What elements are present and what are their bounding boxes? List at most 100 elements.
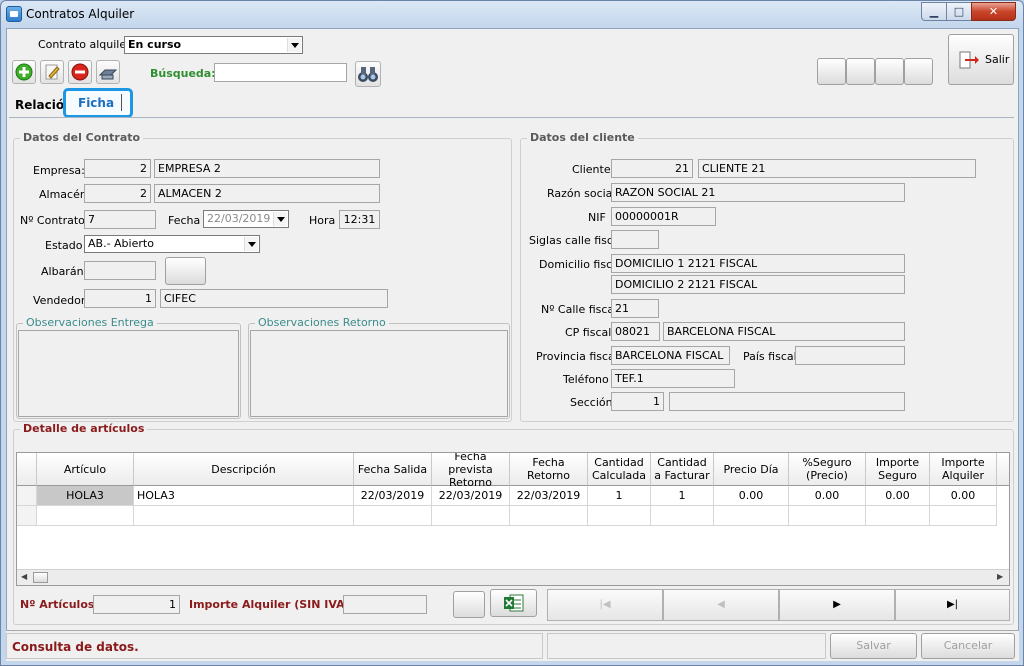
find-button[interactable] bbox=[355, 61, 381, 87]
cell-empty[interactable] bbox=[651, 506, 714, 526]
col-fecha-prevista[interactable]: Fecha prevista Retorno bbox=[432, 453, 510, 489]
cell-articulo[interactable]: HOLA3 bbox=[37, 486, 134, 506]
export-excel-button[interactable] bbox=[490, 589, 537, 617]
cell-empty[interactable] bbox=[354, 506, 432, 526]
edit-button[interactable] bbox=[40, 60, 64, 84]
status-message: Consulta de datos. bbox=[12, 640, 139, 654]
col-cantidad-facturar[interactable]: Cantidad a Facturar bbox=[651, 453, 714, 486]
cell-empty[interactable] bbox=[930, 506, 997, 526]
cell-fecha-prevista[interactable]: 22/03/2019 bbox=[432, 486, 510, 506]
razon-label: Razón social bbox=[547, 187, 616, 200]
almacen-label: Almacén bbox=[39, 188, 87, 201]
estado-select[interactable]: AB.- Abierto bbox=[84, 235, 260, 253]
print-button[interactable] bbox=[96, 60, 120, 84]
exit-button[interactable]: Salir bbox=[948, 34, 1014, 85]
horizontal-scrollbar[interactable]: ◀ ▶ bbox=[17, 569, 1009, 585]
table-row[interactable]: HOLA3 HOLA3 22/03/2019 22/03/2019 22/03/… bbox=[17, 486, 1009, 506]
close-button[interactable]: ✕ bbox=[971, 2, 1016, 21]
function-button-1[interactable] bbox=[817, 58, 846, 85]
row-selector[interactable] bbox=[17, 486, 37, 506]
albaran-field[interactable] bbox=[84, 261, 156, 280]
cell-seguro-precio[interactable]: 0.00 bbox=[789, 486, 866, 506]
nav-prev-button[interactable]: ◀ bbox=[663, 589, 779, 621]
new-row[interactable] bbox=[17, 506, 1009, 526]
cell-empty[interactable] bbox=[134, 506, 354, 526]
delete-button[interactable] bbox=[68, 60, 92, 84]
cell-cantidad-calculada[interactable]: 1 bbox=[588, 486, 651, 506]
function-button-3[interactable] bbox=[875, 58, 904, 85]
seccion-code-field[interactable]: 1 bbox=[611, 392, 664, 411]
cliente-name-field: CLIENTE 21 bbox=[698, 159, 976, 178]
nav-next-button[interactable]: ▶ bbox=[779, 589, 895, 621]
cell-empty[interactable] bbox=[510, 506, 588, 526]
empresa-code-field[interactable]: 2 bbox=[84, 159, 151, 178]
albaran-lookup-button[interactable] bbox=[165, 257, 206, 285]
col-cantidad-calculada[interactable]: Cantidad Calculada bbox=[588, 453, 651, 486]
cell-empty[interactable] bbox=[866, 506, 930, 526]
ncalle-field: 21 bbox=[611, 299, 659, 318]
excel-icon bbox=[504, 594, 524, 612]
estado-value: AB.- Abierto bbox=[88, 237, 154, 250]
col-articulo[interactable]: Artículo bbox=[37, 453, 134, 486]
function-button-2[interactable] bbox=[846, 58, 875, 85]
telefono-field: TEF.1 bbox=[611, 369, 735, 388]
obs-retorno-textarea[interactable] bbox=[250, 330, 508, 417]
cell-cantidad-facturar[interactable]: 1 bbox=[651, 486, 714, 506]
vendedor-code-field[interactable]: 1 bbox=[84, 289, 156, 308]
ncontrato-field[interactable]: 7 bbox=[84, 210, 156, 229]
hora-label: Hora bbox=[309, 214, 336, 227]
chevron-down-icon bbox=[273, 212, 287, 226]
add-button[interactable] bbox=[12, 60, 36, 84]
title-bar: Contratos Alquiler ▁ □ ✕ bbox=[1, 1, 1023, 27]
cell-empty[interactable] bbox=[432, 506, 510, 526]
row-selector[interactable] bbox=[17, 506, 37, 526]
client-group-title: Datos del cliente bbox=[527, 131, 638, 144]
cell-fecha-retorno[interactable]: 22/03/2019 bbox=[510, 486, 588, 506]
almacen-code-field[interactable]: 2 bbox=[84, 184, 151, 203]
col-fecha-retorno[interactable]: Fecha Retorno bbox=[510, 453, 588, 486]
cell-empty[interactable] bbox=[37, 506, 134, 526]
cell-fecha-salida[interactable]: 22/03/2019 bbox=[354, 486, 432, 506]
provincia-label: Provincia fiscal bbox=[536, 350, 618, 363]
articles-group-title: Detalle de artículos bbox=[20, 422, 148, 435]
search-input[interactable] bbox=[214, 63, 347, 82]
maximize-button[interactable]: □ bbox=[946, 2, 972, 21]
cell-empty[interactable] bbox=[588, 506, 651, 526]
col-importe-seguro[interactable]: Importe Seguro bbox=[866, 453, 930, 486]
save-button[interactable]: Salvar bbox=[830, 633, 917, 659]
col-descripcion[interactable]: Descripción bbox=[134, 453, 354, 486]
fecha-value: 22/03/2019 bbox=[207, 212, 271, 225]
col-fecha-salida[interactable]: Fecha Salida bbox=[354, 453, 432, 486]
cell-empty[interactable] bbox=[789, 506, 866, 526]
cell-empty[interactable] bbox=[714, 506, 789, 526]
nav-last-button[interactable]: ▶| bbox=[895, 589, 1010, 621]
scrollbar-thumb[interactable] bbox=[33, 572, 48, 583]
empresa-label: Empresa: bbox=[33, 164, 85, 177]
siglas-field bbox=[611, 230, 659, 249]
cell-precio-dia[interactable]: 0.00 bbox=[714, 486, 789, 506]
function-button-4[interactable] bbox=[904, 58, 933, 85]
col-precio-dia[interactable]: Precio Día bbox=[714, 453, 789, 486]
app-window: Contratos Alquiler ▁ □ ✕ Contrato alquil… bbox=[0, 0, 1024, 666]
scroll-right-icon[interactable]: ▶ bbox=[997, 572, 1003, 581]
col-seguro-precio[interactable]: %Seguro (Precio) bbox=[789, 453, 866, 486]
minimize-button[interactable]: ▁ bbox=[921, 2, 947, 21]
printer-icon bbox=[98, 69, 118, 80]
window-title: Contratos Alquiler bbox=[26, 7, 135, 21]
cell-importe-alquiler[interactable]: 0.00 bbox=[930, 486, 997, 506]
scroll-left-icon[interactable]: ◀ bbox=[21, 572, 27, 581]
col-importe-alquiler[interactable]: Importe Alquiler bbox=[930, 453, 997, 486]
contract-filter-select[interactable]: En curso bbox=[124, 36, 303, 54]
edit-icon bbox=[45, 64, 60, 80]
cliente-code-field[interactable]: 21 bbox=[611, 159, 693, 178]
fecha-picker[interactable]: 22/03/2019 bbox=[203, 210, 289, 228]
nav-first-button[interactable]: |◀ bbox=[547, 589, 663, 621]
cell-importe-seguro[interactable]: 0.00 bbox=[866, 486, 930, 506]
tab-ficha[interactable]: Ficha bbox=[63, 88, 133, 118]
obs-entrega-textarea[interactable] bbox=[18, 330, 239, 417]
domicilio2-field: DOMICILIO 2 2121 FISCAL bbox=[611, 275, 905, 294]
cell-descripcion[interactable]: HOLA3 bbox=[134, 486, 354, 506]
footer-action-button[interactable] bbox=[453, 591, 485, 618]
hora-field[interactable]: 12:31 bbox=[339, 210, 380, 229]
cancel-button[interactable]: Cancelar bbox=[921, 633, 1015, 659]
